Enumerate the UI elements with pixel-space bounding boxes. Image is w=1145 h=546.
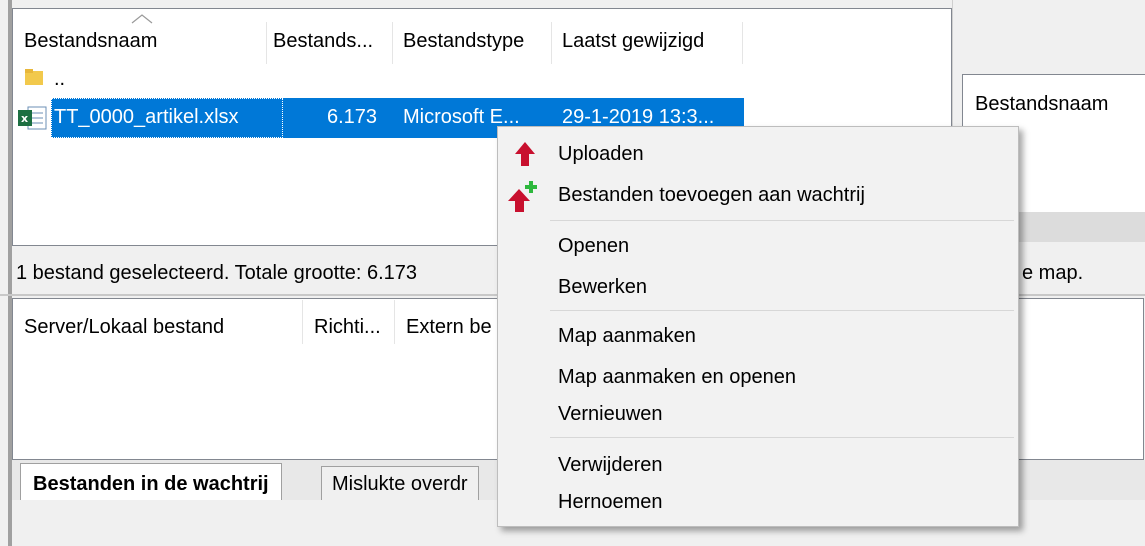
- upload-arrow-icon: [514, 141, 536, 167]
- sort-ascending-icon: [131, 8, 153, 24]
- column-header-type[interactable]: Bestandstype: [403, 30, 524, 53]
- column-header-name[interactable]: Bestandsnaam: [24, 30, 157, 53]
- remote-status-text: e map.: [1022, 262, 1084, 284]
- folder-icon: [24, 68, 44, 86]
- svg-text:x: x: [21, 112, 28, 125]
- excel-file-icon: x: [18, 105, 48, 131]
- column-header-size[interactable]: Bestands...: [273, 30, 373, 53]
- menu-item-rename[interactable]: Hernoemen: [558, 491, 663, 514]
- menu-item-open[interactable]: Openen: [558, 235, 629, 258]
- tab-failed-transfers[interactable]: Mislukte overdr: [321, 466, 479, 501]
- menu-item-add-to-queue[interactable]: Bestanden toevoegen aan wachtrij: [558, 184, 865, 207]
- file-size: 6.173: [327, 106, 378, 128]
- queue-column-header-remote[interactable]: Extern be: [406, 316, 492, 339]
- add-to-queue-icon: [506, 179, 540, 213]
- queue-column-header-direction[interactable]: Richti...: [314, 316, 381, 339]
- parent-directory-label: ..: [54, 68, 66, 90]
- parent-directory-row[interactable]: ..: [20, 64, 500, 94]
- column-header-modified[interactable]: Laatst gewijzigd: [562, 30, 704, 53]
- queue-column-header-file[interactable]: Server/Lokaal bestand: [24, 316, 224, 339]
- menu-item-create-folder[interactable]: Map aanmaken: [558, 325, 696, 348]
- menu-item-delete[interactable]: Verwijderen: [558, 454, 663, 477]
- file-name: TT_0000_artikel.xlsx: [54, 106, 239, 128]
- menu-item-create-and-open-folder[interactable]: Map aanmaken en openen: [558, 366, 796, 389]
- local-status-text: 1 bestand geselecteerd. Totale grootte: …: [16, 262, 418, 284]
- menu-item-upload[interactable]: Uploaden: [558, 143, 644, 166]
- tab-queued-files[interactable]: Bestanden in de wachtrij: [20, 463, 282, 504]
- remote-column-header-name[interactable]: Bestandsnaam: [975, 93, 1108, 116]
- menu-item-refresh[interactable]: Vernieuwen: [558, 403, 663, 426]
- menu-item-edit[interactable]: Bewerken: [558, 276, 647, 299]
- context-menu: Uploaden Bestanden toevoegen aan wachtri…: [497, 126, 1019, 527]
